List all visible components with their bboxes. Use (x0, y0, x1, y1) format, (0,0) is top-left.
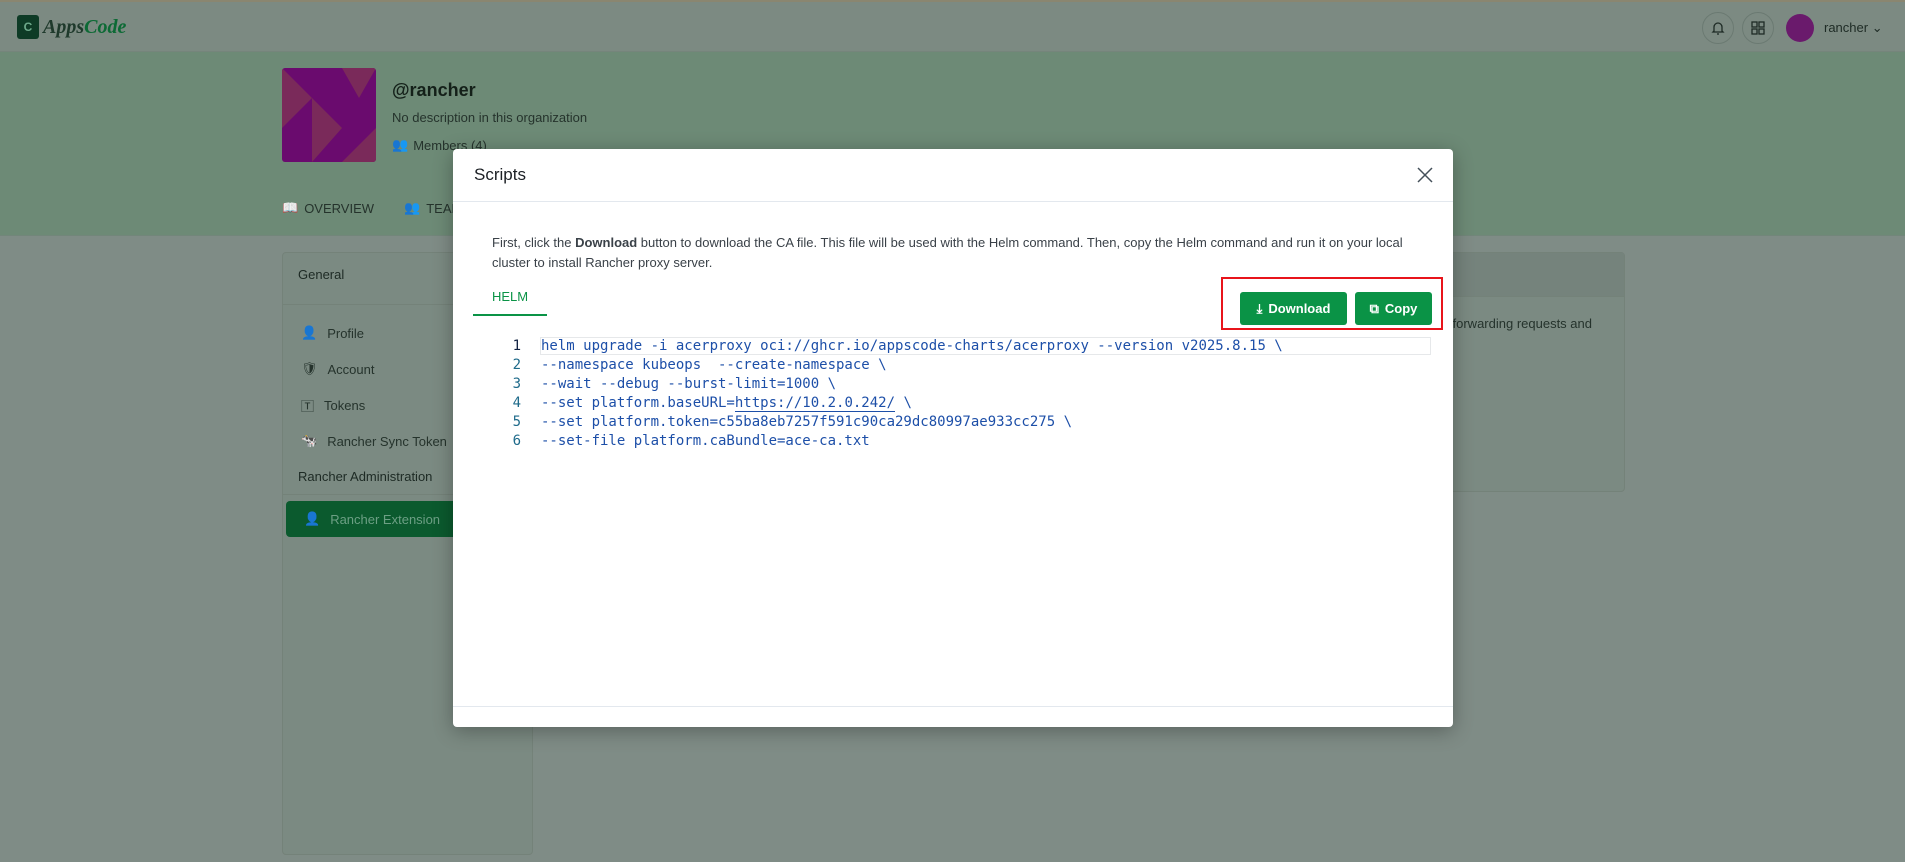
copy-icon: ⧉ (1369, 300, 1379, 316)
logo-mark-icon: C (17, 15, 39, 39)
download-icon: ⤓ (1256, 300, 1263, 316)
org-avatar (282, 68, 376, 162)
line-number: 6 (512, 432, 521, 449)
scrollbar[interactable] (1905, 0, 1915, 862)
code-line: 4 --set platform.baseURL=https://10.2.0.2… (483, 393, 1430, 412)
modal-title: Scripts (453, 149, 1453, 202)
top-bar: C AppsCode rancher ⌄ (0, 0, 1905, 52)
bell-icon (1711, 22, 1725, 35)
brand-text: AppsCode (43, 15, 127, 38)
code-text: helm upgrade -i acerproxy oci://ghcr.io/… (540, 336, 1431, 355)
tab-overview[interactable]: 📖 OVERVIEW (282, 200, 374, 216)
code-line: 6 --set-file platform.caBundle=ace-ca.txt (483, 431, 1430, 450)
code-link[interactable]: https://10.2.0.242/ (734, 394, 896, 412)
code-text: --set platform.baseURL=https://10.2.0.24… (541, 394, 912, 412)
org-description: No description in this organization (392, 110, 588, 125)
org-tabs: 📖 OVERVIEW 👥 TEAMS (282, 200, 471, 216)
cow-icon: 🐄 (301, 433, 318, 448)
code-line: 3 --wait --debug --burst-limit=1000 \ (483, 374, 1430, 393)
code-line: 5 --set platform.token=c55ba8eb7257f591c9… (483, 412, 1430, 431)
user-icon: 👤 (301, 325, 318, 340)
code-text: --set-file platform.caBundle=ace-ca.txt (541, 432, 870, 449)
users-icon: 👥 (392, 137, 409, 152)
close-icon[interactable] (1415, 165, 1435, 185)
user-icon: 👤 (304, 511, 321, 526)
users-icon: 👥 (404, 200, 421, 215)
line-number: 3 (512, 375, 521, 392)
card-text: forwarding requests and (1452, 316, 1592, 331)
code-block[interactable]: 1 helm upgrade -i acerproxy oci://ghcr.io… (483, 336, 1431, 450)
appscode-logo[interactable]: C AppsCode (17, 15, 126, 39)
book-icon: 📖 (282, 200, 299, 215)
user-avatar[interactable] (1786, 14, 1814, 42)
code-text: --set platform.token=c55ba8eb7257f591c90… (541, 413, 1073, 430)
line-number: 1 (512, 337, 521, 354)
scripts-modal: Scripts First, click the Download button… (453, 149, 1453, 727)
user-menu[interactable]: rancher ⌄ (1824, 20, 1883, 36)
token-icon: 🅃 (301, 398, 315, 414)
line-number: 2 (512, 356, 521, 373)
code-line: 2 --namespace kubeops --create-namespace … (483, 355, 1430, 374)
modal-footer (453, 706, 1453, 707)
download-button[interactable]: ⤓ Download (1240, 292, 1347, 325)
chevron-down-icon: ⌄ (1871, 20, 1883, 35)
tab-helm[interactable]: HELM (473, 279, 547, 316)
code-text: --wait --debug --burst-limit=1000 \ (541, 375, 837, 392)
notifications-button[interactable] (1702, 12, 1734, 44)
line-number: 5 (512, 413, 521, 430)
copy-button[interactable]: ⧉ Copy (1355, 292, 1432, 325)
org-name: @rancher (392, 80, 476, 100)
modal-description: First, click the Download button to down… (492, 235, 1403, 270)
apps-button[interactable] (1742, 12, 1774, 44)
shield-icon: 🛡 (301, 361, 318, 376)
grid-icon (1751, 21, 1765, 35)
code-line: 1 helm upgrade -i acerproxy oci://ghcr.io… (483, 336, 1431, 355)
line-number: 4 (512, 394, 521, 411)
code-text: --namespace kubeops --create-namespace \ (541, 356, 887, 373)
